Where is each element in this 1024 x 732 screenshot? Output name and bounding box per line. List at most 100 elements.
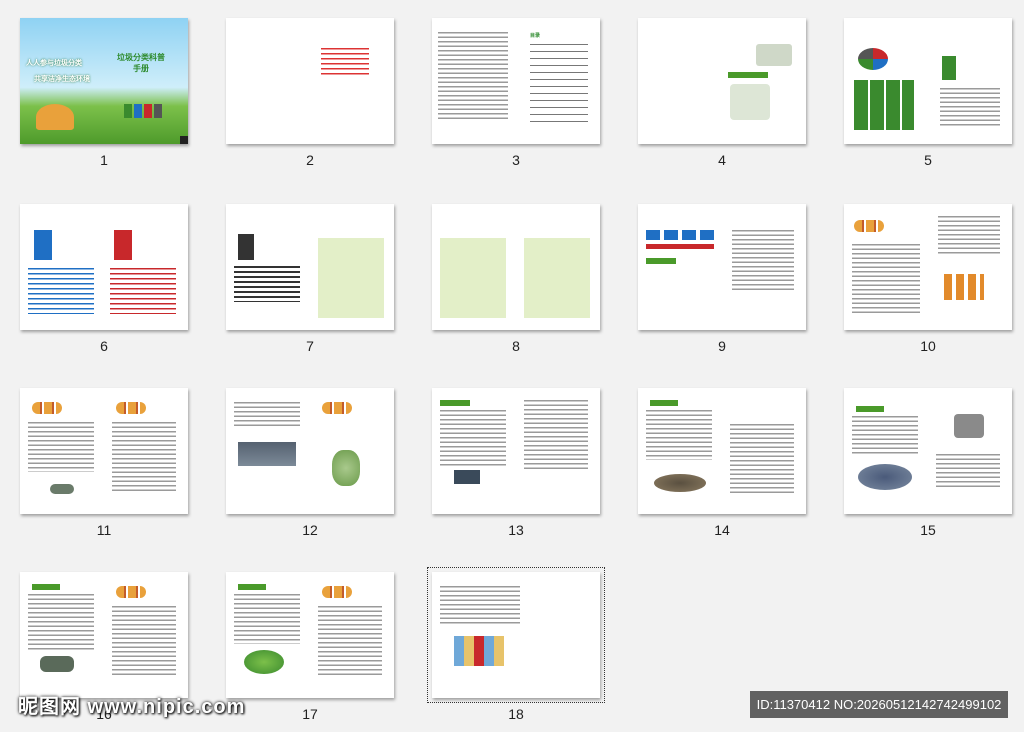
- text-block: [234, 402, 300, 426]
- page-number: 10: [920, 338, 936, 354]
- page-preview: [20, 204, 188, 330]
- bin-green: [124, 104, 132, 118]
- page-preview: [432, 388, 600, 514]
- toc-list: [530, 44, 588, 122]
- text-block: [852, 416, 918, 456]
- jars-illustration: [944, 274, 984, 300]
- text-block: [524, 400, 588, 470]
- page-thumbnail-5[interactable]: 5: [844, 0, 1024, 175]
- bin-red: [144, 104, 152, 118]
- mascot-icons: [116, 586, 146, 598]
- page-thumbnail-3[interactable]: 目录 3: [432, 0, 622, 175]
- page-number: 13: [508, 522, 524, 538]
- section-tag: [646, 258, 676, 264]
- kids-illustration: [36, 104, 74, 130]
- trash-illustration: [332, 450, 360, 486]
- bin-illustration: [954, 414, 984, 438]
- page-thumbnail-10[interactable]: 10: [844, 186, 1024, 361]
- bin-green: [942, 56, 956, 80]
- text-block: [28, 594, 94, 650]
- section-tag: [440, 400, 470, 406]
- info-panel: [318, 238, 384, 318]
- page-number: 14: [714, 522, 730, 538]
- car-illustration: [40, 656, 74, 672]
- page-preview: [226, 388, 394, 514]
- text-block: [234, 594, 300, 644]
- section-tag: [856, 406, 884, 412]
- page-thumbnail-18[interactable]: 18: [427, 554, 622, 729]
- page-number: 17: [302, 706, 318, 722]
- page-thumbnail-13[interactable]: 13: [432, 370, 622, 545]
- cover-subtitle-2: 共享洁净生态环境: [34, 76, 90, 83]
- page-preview: [638, 204, 806, 330]
- text-block: [234, 266, 300, 302]
- text-block: [438, 32, 508, 122]
- page-thumbnail-15[interactable]: 15: [844, 370, 1024, 545]
- page-thumbnail-1[interactable]: 人人参与垃圾分类 共享洁净生态环境 垃圾分类科普手册 1: [20, 0, 210, 175]
- page-preview: [844, 18, 1012, 144]
- truck-illustration: [756, 44, 792, 66]
- text-block: [646, 410, 712, 460]
- page-preview: 人人参与垃圾分类 共享洁净生态环境 垃圾分类科普手册: [20, 18, 188, 144]
- page-thumbnail-4[interactable]: 4: [638, 0, 828, 175]
- text-block: [730, 424, 794, 494]
- red-text-block: [321, 48, 369, 78]
- page-preview: [844, 388, 1012, 514]
- bin-blue: [134, 104, 142, 118]
- page-thumbnail-7[interactable]: 7: [226, 186, 416, 361]
- page-thumbnail-2[interactable]: 2: [226, 0, 416, 175]
- icon-row: [646, 230, 714, 240]
- page-number: 9: [718, 338, 726, 354]
- page-number: 18: [508, 706, 524, 722]
- page-preview: [226, 204, 394, 330]
- page-number: 3: [512, 152, 520, 168]
- page-thumbnail-6[interactable]: 6: [20, 186, 210, 361]
- text-block: [732, 230, 794, 290]
- page-preview: [432, 204, 600, 330]
- page-thumbnail-17[interactable]: 17: [226, 554, 416, 729]
- section-tag: [728, 72, 768, 78]
- page-number: 4: [718, 152, 726, 168]
- garbage-pile: [654, 474, 706, 492]
- id-watermark: ID:11370412 NO:20260512142742499102: [750, 691, 1008, 718]
- page-preview: [226, 18, 394, 144]
- page-number: 2: [306, 152, 314, 168]
- bin-gray: [154, 104, 162, 118]
- page-preview: [638, 18, 806, 144]
- page-thumbnail-14[interactable]: 14: [638, 370, 828, 545]
- page-thumbnail-11[interactable]: 11: [20, 370, 210, 545]
- logo-icon: [858, 48, 888, 70]
- page-number: 11: [96, 522, 112, 538]
- mascot-icons: [322, 402, 352, 414]
- bins-illustration: [454, 636, 504, 666]
- page-preview: 目录: [432, 18, 600, 144]
- bin-blue: [34, 230, 52, 260]
- text-block: [440, 586, 520, 626]
- page-number: 7: [306, 338, 314, 354]
- corner-marker: [180, 136, 188, 144]
- text-block: [940, 88, 1000, 128]
- text-block: [112, 422, 176, 492]
- text-block: [440, 410, 506, 466]
- page-number: 12: [302, 522, 318, 538]
- section-tag: [238, 584, 266, 590]
- text-block: [938, 216, 1000, 256]
- site-watermark: 昵图网 www.nipic.com: [18, 696, 246, 718]
- text-block: [852, 244, 920, 314]
- car-illustration: [50, 484, 74, 494]
- section-tag: [32, 584, 60, 590]
- page-preview-selected: [427, 567, 605, 703]
- page-preview: [638, 388, 806, 514]
- page-preview: [20, 572, 188, 698]
- mascot-icons: [854, 220, 884, 232]
- page-number: 15: [920, 522, 936, 538]
- text-block: [318, 606, 382, 676]
- page-thumbnail-8[interactable]: 8: [432, 186, 622, 361]
- blue-text-block: [28, 268, 94, 314]
- cover-subtitle-1: 人人参与垃圾分类: [26, 60, 82, 67]
- text-block: [28, 422, 94, 472]
- page-thumbnail-9[interactable]: 9: [638, 186, 828, 361]
- mascot-icons: [322, 586, 352, 598]
- page-preview: [844, 204, 1012, 330]
- page-thumbnail-12[interactable]: 12: [226, 370, 416, 545]
